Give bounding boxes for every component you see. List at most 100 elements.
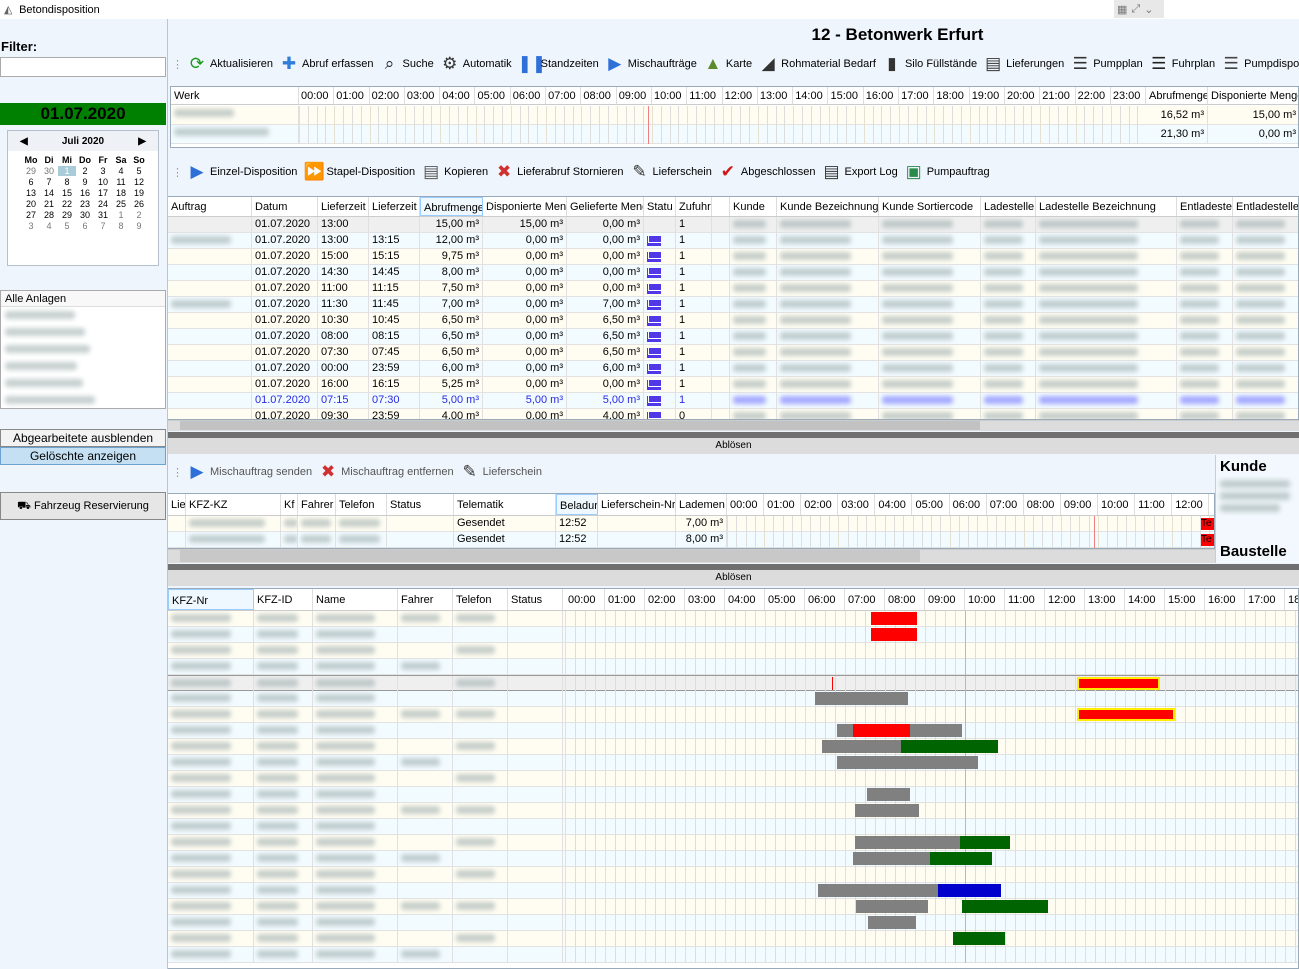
column-header[interactable]: 01:00 [334,87,370,104]
calendar-day[interactable]: 11 [112,177,130,187]
column-header[interactable]: Fahrer [298,494,336,515]
truck-row[interactable]: Gesendet 12:52 8,00 m³ Te [168,532,1214,548]
calendar-day[interactable]: 3 [22,221,40,231]
vehicle-row[interactable] [168,659,1298,675]
column-header[interactable]: 05:00 [765,589,805,610]
order-row[interactable]: 01.07.2020 15:00 15:15 9,75 m³ 0,00 m³ 0,00 m… [168,249,1298,265]
calendar-day[interactable]: 6 [22,177,40,187]
column-header[interactable]: KFZ-KZ [186,494,281,515]
vehicle-row[interactable] [168,739,1298,755]
calendar-day[interactable]: 2 [76,166,94,176]
column-header[interactable]: Auftrag [168,197,252,216]
expand-icon[interactable]: ⤢ [1131,3,1140,16]
vehicle-row[interactable] [168,611,1298,627]
automatik-button[interactable]: ⚙ Automatik [440,55,512,73]
vehicle-row[interactable] [168,803,1298,819]
calendar-day[interactable]: 28 [40,210,58,220]
column-header[interactable]: 02:00 [801,494,839,515]
schedule-bar-red[interactable] [871,628,917,641]
detach-bar-2[interactable]: Ablösen [168,570,1299,586]
plant-list-item[interactable] [5,360,161,377]
calendar-day[interactable]: 26 [130,199,148,209]
schedule-bar-red[interactable] [871,612,917,625]
column-header[interactable]: 08:00 [581,87,617,104]
column-header[interactable]: 00:00 [299,87,335,104]
order-row[interactable]: 01.07.2020 10:30 10:45 6,50 m³ 0,00 m³ 6,50 m… [168,313,1298,329]
order-row[interactable]: 01.07.2020 11:00 11:15 7,50 m³ 0,00 m³ 0,00 m… [168,281,1298,297]
column-header[interactable]: 12:00 [722,87,758,104]
einzel-disposition-button[interactable]: ▶ Einzel-Disposition [187,163,297,181]
calendar-day[interactable]: 5 [130,166,148,176]
calendar-day[interactable]: 23 [76,199,94,209]
column-header[interactable]: 07:00 [546,87,582,104]
column-header[interactable]: 16:00 [863,87,900,104]
column-header[interactable]: 21:00 [1040,87,1076,104]
calendar-day[interactable]: 12 [130,177,148,187]
schedule-bar-green[interactable] [960,836,1011,849]
karte-button[interactable]: ▲ Karte [703,55,752,73]
order-row[interactable]: 01.07.2020 09:30 23:59 4,00 m³ 0,00 m³ 4,00 m… [168,409,1298,419]
silo-füllstände-button[interactable]: ▮ Silo Füllstände [882,55,977,73]
calendar-day[interactable]: 17 [94,188,112,198]
calendar-day[interactable]: 30 [40,166,58,176]
column-header[interactable]: Lieferzeit [369,197,420,216]
calendar-day[interactable]: 6 [76,221,94,231]
schedule-bar-gray[interactable] [855,900,928,913]
vehicle-row[interactable] [168,947,1298,963]
column-header[interactable]: 10:00 [652,87,688,104]
schedule-bar-gray[interactable] [867,788,911,801]
column-header[interactable]: Kunde Bezeichnung [777,197,879,216]
column-header[interactable]: 16:00 [1205,589,1245,610]
chevron-down-icon[interactable]: ⌄ [1144,3,1153,16]
column-header[interactable]: Name [313,589,398,610]
column-header[interactable]: 05:00 [475,87,511,104]
column-header[interactable]: 06:00 [510,87,547,104]
fuhrplan-button[interactable]: ☰ Fuhrplan [1149,55,1215,73]
export-log-button[interactable]: ▤ Export Log [821,163,897,181]
column-header[interactable]: 18:00 [934,87,970,104]
schedule-bar-gray[interactable] [855,836,961,849]
column-header[interactable]: Kunde [730,197,777,216]
column-header[interactable]: 04:00 [875,494,913,515]
schedule-bar-gray[interactable] [818,884,939,897]
schedule-bar-green[interactable] [930,852,993,865]
vehicle-row[interactable] [168,851,1298,867]
column-header[interactable]: 03:00 [838,494,876,515]
calendar-day[interactable]: 1 [58,166,76,176]
column-header[interactable]: Entladestelle B [1233,197,1298,216]
vehicle-row[interactable] [168,627,1298,643]
column-header[interactable]: KFZ-ID [254,589,313,610]
column-header[interactable]: Lieferzeit [318,197,369,216]
trucks-h-scrollbar[interactable] [168,549,1215,563]
column-header[interactable]: Kunde Sortiercode [879,197,981,216]
orders-h-scrollbar[interactable] [168,420,1299,431]
column-header[interactable]: 05:00 [912,494,950,515]
order-row[interactable]: 01.07.2020 08:00 08:15 6,50 m³ 0,00 m³ 6,50 m… [168,329,1298,345]
calendar-day[interactable]: 4 [112,166,130,176]
vehicle-row[interactable] [168,723,1298,739]
column-header[interactable]: 01:00 [605,589,645,610]
column-header[interactable]: Beladur [556,494,598,515]
calendar-day[interactable]: 13 [22,188,40,198]
vehicle-row[interactable] [168,707,1298,723]
column-header[interactable]: KFZ-Nr [168,589,254,610]
column-header[interactable]: Fahrer [398,589,453,610]
column-header[interactable]: 10:00 [965,589,1005,610]
order-row[interactable]: 01.07.2020 13:00 15,00 m³ 15,00 m³ 0,00 m³ 1 [168,217,1298,233]
column-header[interactable]: 22:00 [1075,87,1111,104]
column-header[interactable]: 10:00 [1098,494,1136,515]
column-header[interactable]: 15:00 [828,87,864,104]
mischauftrag-senden-button[interactable]: ▶ Mischauftrag senden [187,463,312,481]
plant-list[interactable]: Alle Anlagen [0,290,166,409]
abgeschlossen-button[interactable]: ✔ Abgeschlossen [718,163,816,181]
calendar-day[interactable]: 21 [40,199,58,209]
calendar-day[interactable]: 3 [94,166,112,176]
column-header[interactable]: Status [508,589,563,610]
detach-bar-1[interactable]: Ablösen [168,438,1299,454]
calendar-day[interactable]: 8 [58,177,76,187]
order-row[interactable]: 01.07.2020 13:00 13:15 12,00 m³ 0,00 m³ 0,00 … [168,233,1298,249]
column-header[interactable]: 18 [1285,589,1298,610]
calendar-day[interactable]: 2 [130,210,148,220]
calendar-day[interactable]: 7 [94,221,112,231]
column-header[interactable]: 14:00 [793,87,829,104]
